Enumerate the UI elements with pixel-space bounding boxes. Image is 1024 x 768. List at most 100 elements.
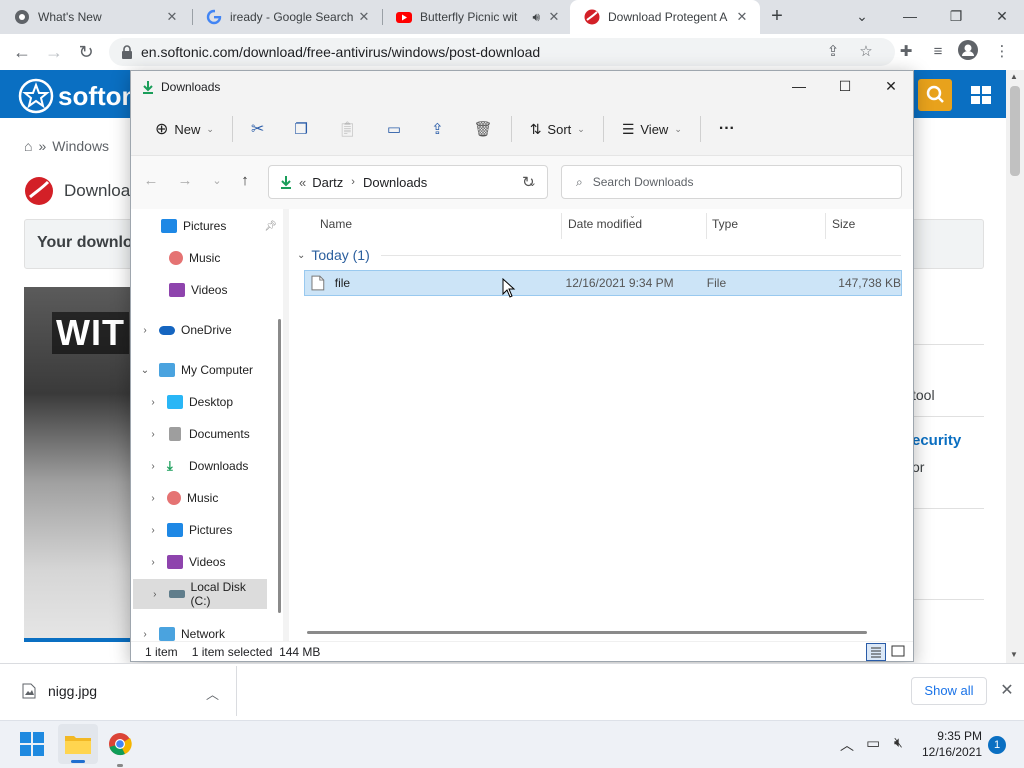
volume-muted-icon[interactable]: 🔇︎ [894,734,903,751]
delete-button[interactable]: 🗑︎ [468,113,499,145]
chevron-right-icon[interactable]: › [145,557,161,568]
nav-item-documents[interactable]: › Documents [131,419,281,449]
copy-button[interactable]: ❐ [288,113,313,145]
new-tab-button[interactable]: + [766,6,788,28]
nav-item-music[interactable]: › Music [131,483,281,513]
chevron-down-icon[interactable]: ⌄ [137,365,153,376]
forward-button[interactable]: → [42,40,66,64]
minimize-button[interactable]: — [896,4,924,28]
tab-whats-new[interactable]: What's New ✕ [0,0,190,34]
windows-platform-icon[interactable] [965,80,997,110]
nav-item-downloads[interactable]: › ⤓ Downloads [131,451,281,481]
paste-button[interactable]: 📋︎ [332,113,363,145]
nav-item-videos-quick[interactable]: Videos [131,275,281,305]
close-window-button[interactable]: ✕ [988,4,1016,28]
show-hidden-icons-chevron[interactable]: ︿ [840,735,854,755]
chevron-right-icon[interactable]: › [147,589,163,600]
extensions-icon[interactable]: ✚ [894,40,918,64]
more-menu-icon[interactable]: ⋮ [990,40,1014,64]
scroll-up-arrow-icon[interactable]: ▲ [1010,72,1018,81]
group-header-today[interactable]: ⌄ Today (1) [297,247,370,263]
column-header-size[interactable]: Size [832,217,855,231]
nav-item-local-disk[interactable]: › Local Disk (C:) [133,579,267,609]
explorer-back-button[interactable]: ← [139,169,163,193]
pin-icon[interactable]: 📌︎ [264,221,277,232]
nav-item-pictures[interactable]: › Pictures [131,515,281,545]
explorer-maximize-button[interactable]: ☐ [822,71,868,101]
close-tab-icon[interactable]: ✕ [546,9,562,25]
recent-locations-icon[interactable]: ⌄ [205,169,229,193]
tab-search-chevron-icon[interactable]: ⌄ [848,4,876,28]
tab-iready-search[interactable]: iready - Google Search ✕ [192,0,382,34]
nav-pane-scrollbar[interactable] [278,319,281,613]
horizontal-scrollbar[interactable] [307,631,867,634]
new-button[interactable]: ⊕ New ⌄ [149,113,220,145]
nav-item-videos[interactable]: › Videos [131,547,281,577]
nav-item-network[interactable]: › Network [131,619,281,641]
network-status-icon[interactable]: ▭ [866,734,880,752]
download-item[interactable]: nigg.jpg [22,683,97,699]
softonic-logo[interactable]: softoni [18,78,145,114]
share-button[interactable]: ⇪ [425,113,450,145]
cut-button[interactable]: ✂ [245,113,270,145]
chevron-right-icon[interactable]: › [145,397,161,408]
scroll-down-arrow-icon[interactable]: ▼ [1010,650,1018,659]
close-tab-icon[interactable]: ✕ [356,9,372,25]
nav-item-onedrive[interactable]: › OneDrive [131,315,281,345]
nav-item-pictures-quick[interactable]: Pictures 📌︎ [131,211,281,241]
explorer-address-bar[interactable]: « Dartz › Downloads ⌄ [268,165,548,199]
address-part-dartz[interactable]: Dartz [312,175,343,190]
audio-playing-icon[interactable]: 🔊︎ [532,10,540,25]
chevron-right-icon[interactable]: › [145,493,161,504]
chevron-right-icon[interactable]: › [137,325,153,336]
explorer-minimize-button[interactable]: — [776,71,822,101]
address-part-downloads[interactable]: Downloads [363,175,427,190]
bookmark-star-icon[interactable]: ☆ [854,40,878,64]
explorer-close-button[interactable]: ✕ [868,71,914,101]
media-control-icon[interactable]: ≡ [926,40,950,64]
view-button[interactable]: ☰ View ⌄ [616,113,688,145]
search-downloads-field[interactable]: ⌕ Search Downloads [561,165,902,199]
large-icons-view-button[interactable] [889,643,909,661]
sort-button[interactable]: ⇅ Sort ⌄ [524,113,591,145]
share-icon[interactable]: ⇪ [821,40,845,64]
column-header-name[interactable]: Name [320,217,352,231]
restore-button[interactable]: ❐ [942,4,970,28]
site-search-button[interactable] [918,79,952,111]
close-shelf-icon[interactable]: ✕ [997,680,1017,700]
taskbar-chrome[interactable] [108,732,132,767]
more-options-button[interactable]: ··· [713,113,741,145]
refresh-icon[interactable]: ↻ [522,173,535,191]
chevron-right-icon[interactable]: › [145,429,161,440]
up-folder-button[interactable]: ↑ [233,169,257,193]
page-scroll-thumb[interactable] [1010,86,1020,176]
nav-item-my-computer[interactable]: ⌄ My Computer [131,355,281,385]
chevron-right-icon[interactable]: › [145,461,161,472]
back-button[interactable]: ← [10,40,34,64]
home-icon[interactable]: ⌂ [24,138,32,154]
tab-download-protegent[interactable]: Download Protegent A ✕ [570,0,760,34]
chevron-right-icon[interactable]: › [137,629,153,640]
file-row[interactable]: file 12/16/2021 9:34 PM File 147,738 KB [304,270,902,296]
show-all-button[interactable]: Show all [911,677,987,705]
taskbar-file-explorer[interactable] [58,724,98,764]
nav-item-desktop[interactable]: › Desktop [131,387,281,417]
notification-badge[interactable]: 1 [988,736,1006,754]
address-bar[interactable]: en.softonic.com/download/free-antivirus/… [109,38,895,66]
breadcrumb-windows[interactable]: Windows [52,138,109,154]
download-options-chevron-icon[interactable]: ︿ [206,684,219,703]
nav-item-music-quick[interactable]: Music [131,243,281,273]
rename-button[interactable]: ▭ [381,113,407,145]
details-view-button[interactable] [866,643,886,661]
column-header-type[interactable]: Type [712,217,738,231]
chevron-right-icon[interactable]: › [145,525,161,536]
close-tab-icon[interactable]: ✕ [164,9,180,25]
overflow-chevron[interactable]: « [299,175,306,190]
tab-butterfly-picnic[interactable]: Butterfly Picnic wit 🔊︎ ✕ [382,0,572,34]
explorer-forward-button[interactable]: → [173,169,197,193]
start-button[interactable] [20,732,44,759]
reload-button[interactable]: ↻ [74,40,98,64]
system-clock[interactable]: 9:35 PM 12/16/2021 [922,728,982,760]
profile-avatar[interactable] [956,40,980,64]
sidebar-link[interactable]: ecurity [912,432,961,449]
